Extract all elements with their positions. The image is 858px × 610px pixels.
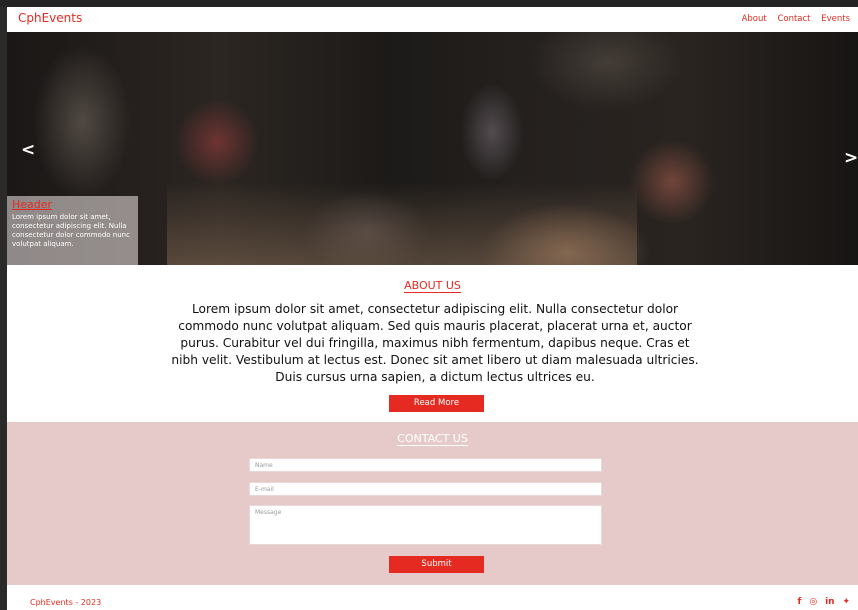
about-text: Lorem ipsum dolor sit amet, consectetur … xyxy=(171,302,699,384)
page: CphEvents About Contact Events < > Heade… xyxy=(7,7,858,610)
outer-background xyxy=(0,0,858,7)
hero-caption: Header Lorem ipsum dolor sit amet, conse… xyxy=(7,196,138,265)
social-icons: f ◎ in ✦ xyxy=(793,597,850,607)
about-heading-text: ABOUT US xyxy=(404,279,461,293)
hero-image xyxy=(167,182,637,265)
twitter-icon[interactable]: ✦ xyxy=(842,597,850,607)
navbar: CphEvents About Contact Events xyxy=(7,7,858,32)
linkedin-icon[interactable]: in xyxy=(825,597,835,607)
instagram-icon[interactable]: ◎ xyxy=(809,597,817,607)
brand-logo[interactable]: CphEvents xyxy=(18,11,82,25)
caption-text: Lorem ipsum dolor sit amet, consectetur … xyxy=(12,213,130,248)
message-field[interactable]: Message xyxy=(249,505,602,545)
about-heading: ABOUT US xyxy=(7,279,858,293)
email-field[interactable]: E-mail xyxy=(249,482,602,496)
carousel-next-arrow[interactable]: > xyxy=(844,148,858,168)
facebook-icon[interactable]: f xyxy=(798,597,802,607)
nav-link-events[interactable]: Events xyxy=(821,14,850,24)
contact-heading-text: CONTACT US xyxy=(397,432,468,446)
nav-links: About Contact Events xyxy=(734,14,850,24)
submit-button[interactable]: Submit xyxy=(389,556,484,573)
footer: CphEvents - 2023 f ◎ in ✦ xyxy=(7,585,858,610)
nav-link-contact[interactable]: Contact xyxy=(777,14,810,24)
nav-link-about[interactable]: About xyxy=(742,14,767,24)
contact-heading: CONTACT US xyxy=(7,432,858,446)
hero-carousel: < > Header Lorem ipsum dolor sit amet, c… xyxy=(7,32,858,265)
read-more-button[interactable]: Read More xyxy=(389,395,484,412)
caption-title[interactable]: Header xyxy=(12,198,133,212)
name-field[interactable]: Name xyxy=(249,458,602,472)
contact-section: CONTACT US Name E-mail Message Submit xyxy=(7,422,858,585)
copyright-text: CphEvents - 2023 xyxy=(30,598,102,607)
carousel-prev-arrow[interactable]: < xyxy=(21,140,35,160)
